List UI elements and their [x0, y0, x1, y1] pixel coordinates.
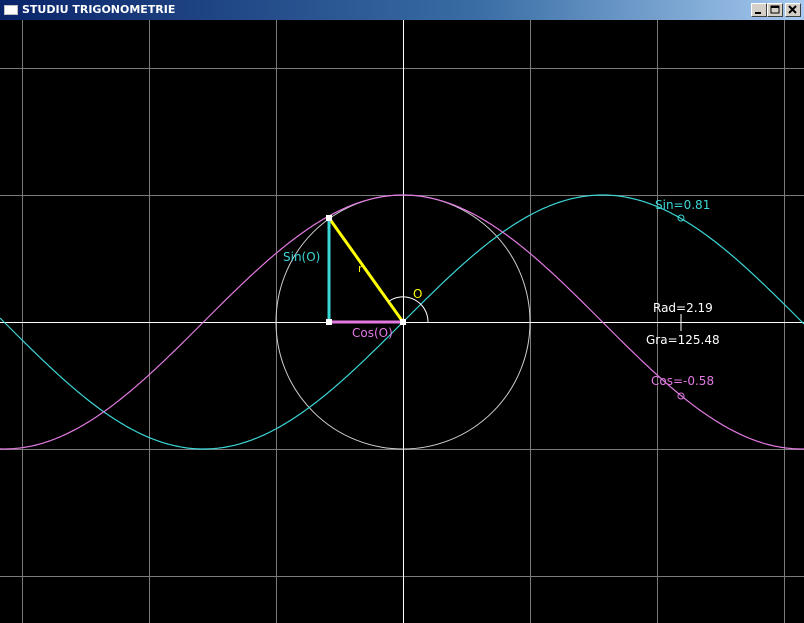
rad-label: Rad=2.19 [653, 301, 713, 315]
radius-line [327, 217, 405, 323]
angle-label: O [413, 287, 422, 301]
cos-o-label: Cos(O) [352, 326, 393, 340]
app-window: STUDIU TRIGONOMETRIE Sin=0.81 Cos=-0.58 … [0, 0, 804, 623]
sin-value-label: Sin=0.81 [655, 198, 710, 212]
trig-canvas[interactable]: Sin=0.81 Cos=-0.58 Rad=2.19 Gra=125.48 S… [0, 20, 804, 623]
origin-point [400, 319, 406, 325]
close-icon [788, 5, 797, 14]
close-button[interactable] [785, 3, 801, 17]
minimize-button[interactable] [751, 3, 767, 17]
sin-o-label: Sin(O) [283, 250, 320, 264]
gra-label: Gra=125.48 [646, 333, 720, 347]
cos-value-label: Cos=-0.58 [651, 374, 714, 388]
window-title: STUDIU TRIGONOMETRIE [22, 3, 176, 16]
title-bar[interactable]: STUDIU TRIGONOMETRIE [0, 0, 804, 20]
minimize-icon [755, 12, 761, 14]
foot-point [326, 319, 332, 325]
maximize-icon [770, 5, 780, 14]
point-handle[interactable] [326, 215, 332, 221]
radius-label: r [358, 262, 363, 275]
app-icon [4, 5, 18, 15]
maximize-button[interactable] [767, 3, 783, 17]
